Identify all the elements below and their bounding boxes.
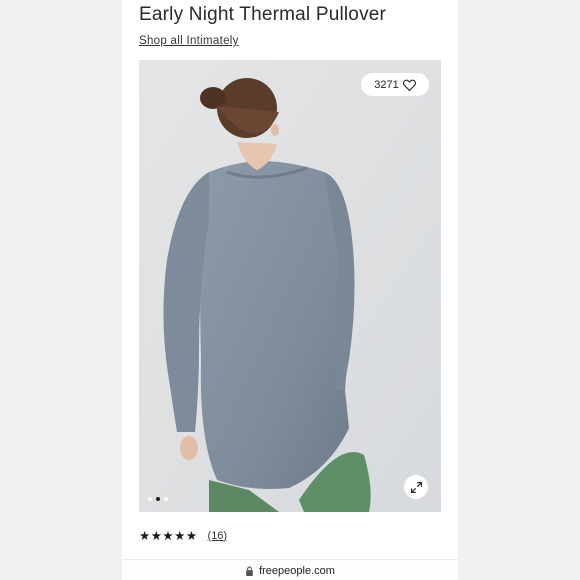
product-image[interactable]: 3271 [139, 60, 441, 512]
expand-image-button[interactable] [404, 475, 428, 499]
rating-row: ★★★★★ (16) [139, 528, 227, 543]
url-text: freepeople.com [259, 564, 335, 577]
carousel-dot[interactable] [164, 497, 168, 501]
lock-icon [246, 566, 253, 576]
shop-all-link[interactable]: Shop all Intimately [139, 35, 239, 47]
left-margin [0, 0, 122, 580]
expand-icon [410, 481, 422, 493]
product-title: Early Night Thermal Pullover [139, 4, 387, 25]
star-rating: ★★★★★ [139, 529, 198, 543]
carousel-dot-active[interactable] [156, 497, 160, 501]
review-count-link[interactable]: (16) [208, 530, 228, 542]
product-page: Early Night Thermal Pullover Shop all In… [122, 0, 458, 580]
heart-icon [402, 79, 416, 91]
carousel-dot[interactable] [148, 497, 152, 501]
right-margin [458, 0, 580, 580]
like-count: 3271 [374, 78, 399, 91]
model-photo [139, 60, 441, 512]
like-button[interactable]: 3271 [361, 73, 429, 96]
browser-url-bar[interactable]: freepeople.com [122, 559, 458, 580]
carousel-dots [148, 497, 168, 501]
